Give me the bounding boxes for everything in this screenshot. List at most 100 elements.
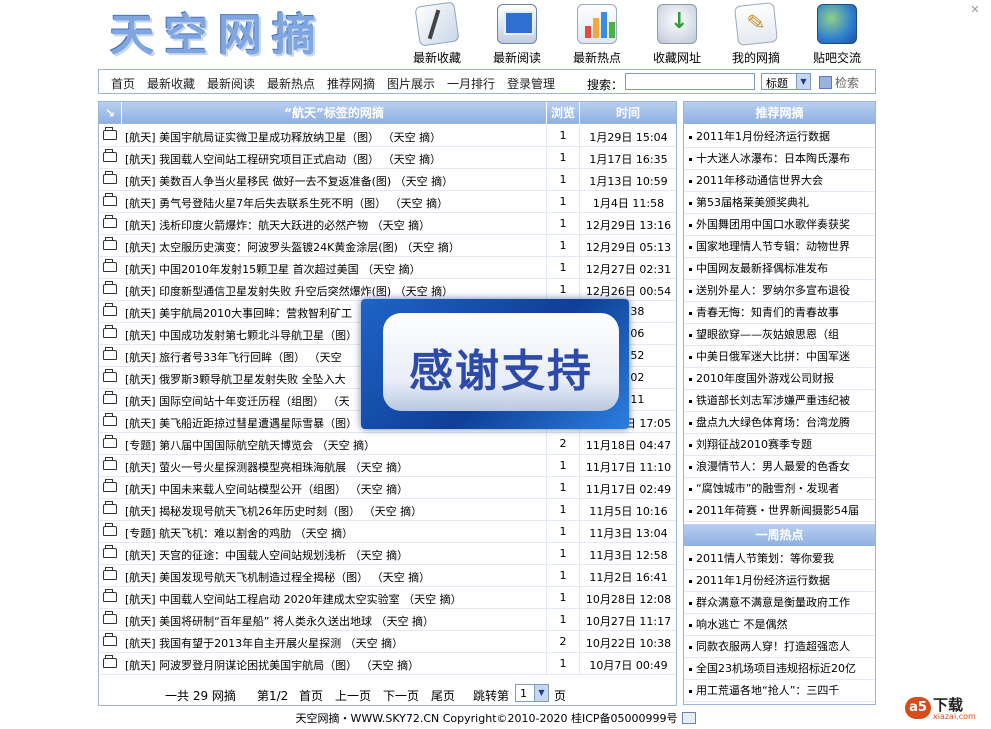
- nav-latest-read[interactable]: 最新阅读: [482, 4, 552, 68]
- list-item-label[interactable]: 全国23机场项目违规招标近20亿: [696, 662, 856, 675]
- table-row[interactable]: [航天] 中国未来载人空间站模型公开（组图） （天空 摘） 1 11月17日 02:…: [99, 477, 676, 499]
- row-author[interactable]: （天空 摘）: [375, 615, 434, 628]
- table-row[interactable]: [航天] 美国将研制“百年星船” 将人类永久送出地球 （天空 摘） 1 10月27日…: [99, 609, 676, 631]
- row-author[interactable]: （天: [328, 395, 350, 408]
- row-title-text[interactable]: [航天] 我国载人空间站工程研究项目正式启动（图）: [125, 153, 379, 166]
- search-field-select[interactable]: 标题 ▼: [761, 73, 811, 90]
- row-title[interactable]: [航天] 美国发现号航天飞机制造过程全揭秘（图） （天空 摘）: [125, 569, 555, 585]
- table-row[interactable]: [航天] 中国载人空间站工程启动 2020年建成太空实验室 （天空 摘） 1 10月…: [99, 587, 676, 609]
- row-title[interactable]: [航天] 揭秘发现号航天飞机26年历史时刻（图） （天空 摘）: [125, 503, 555, 519]
- close-icon[interactable]: ✕: [969, 4, 981, 16]
- row-title-text[interactable]: [航天] 勇气号登陆火星7年后失去联系生死不明（图）: [125, 197, 386, 210]
- row-title-text[interactable]: [航天] 美国发现号航天飞机制造过程全揭秘（图）: [125, 571, 368, 584]
- row-author[interactable]: （天空 摘）: [350, 549, 409, 562]
- list-item[interactable]: 第53届格莱美颁奖典礼: [684, 192, 875, 214]
- table-row[interactable]: [航天] 中国2010年发射15颗卫星 首次超过美国 （天空 摘） 1 12月27日…: [99, 257, 676, 279]
- row-title-text[interactable]: [航天] 萤火一号火星探测器模型亮相珠海航展: [125, 461, 346, 474]
- menu-login[interactable]: 登录管理: [507, 75, 555, 92]
- list-item[interactable]: 2011情人节策划：等你爱我: [684, 548, 875, 570]
- list-item[interactable]: 响水逃亡 不是偶然: [684, 614, 875, 636]
- list-item-label[interactable]: 2011年1月份经济运行数据: [696, 130, 830, 143]
- row-author[interactable]: （天空 摘）: [362, 263, 421, 276]
- row-title[interactable]: [航天] 我国有望于2013年自主开展火星探测 （天空 摘）: [125, 635, 555, 651]
- nav-my-bookmarks[interactable]: 我的网摘: [721, 2, 791, 68]
- list-item[interactable]: 浪漫情节人：男人最爱的色香女: [684, 456, 875, 478]
- table-row[interactable]: [专题] 第八届中国国际航空航天博览会 （天空 摘） 2 11月18日 04:47: [99, 433, 676, 455]
- table-row[interactable]: [航天] 我国载人空间站工程研究项目正式启动（图） （天空 摘） 1 1月17日 1…: [99, 147, 676, 169]
- search-input[interactable]: [625, 73, 755, 90]
- list-item-label[interactable]: 群众满意不满意是衡量政府工作: [696, 596, 850, 609]
- row-title-text[interactable]: [航天] 中国载人空间站工程启动 2020年建成太空实验室: [125, 593, 400, 606]
- row-title[interactable]: [航天] 中国载人空间站工程启动 2020年建成太空实验室 （天空 摘）: [125, 591, 555, 607]
- table-row[interactable]: [航天] 印度新型通信卫星发射失败 升空后突然爆炸(图) （天空 摘） 1 12月2…: [99, 279, 676, 301]
- row-author[interactable]: （天空 摘）: [361, 659, 420, 672]
- pager-first[interactable]: 首页: [299, 687, 323, 704]
- row-title-text[interactable]: [航天] 中国2010年发射15颗卫星 首次超过美国: [125, 263, 359, 276]
- list-item[interactable]: 2011年1月份经济运行数据: [684, 570, 875, 592]
- list-item-label[interactable]: 中美日俄军迷大比拼：中国军迷: [696, 350, 850, 363]
- menu-latest-collect[interactable]: 最新收藏: [147, 75, 195, 92]
- list-item[interactable]: 国家地理情人节专辑：动物世界: [684, 236, 875, 258]
- nav-collect-url[interactable]: 收藏网址: [642, 4, 712, 68]
- row-title[interactable]: [航天] 阿波罗登月阴谋论困扰美国宇航局（图） （天空 摘）: [125, 657, 555, 673]
- menu-latest-read[interactable]: 最新阅读: [207, 75, 255, 92]
- table-row[interactable]: [航天] 太空服历史演变：阿波罗头盔镀24K黄金涂层(图) （天空 摘） 1 12月…: [99, 235, 676, 257]
- list-item[interactable]: 2011年荷赛・世界新闻摄影54届: [684, 500, 875, 522]
- row-title[interactable]: [专题] 第八届中国国际航空航天博览会 （天空 摘）: [125, 437, 555, 453]
- table-row[interactable]: [航天] 美国发现号航天飞机制造过程全揭秘（图） （天空 摘） 1 11月2日 16…: [99, 565, 676, 587]
- row-title-text[interactable]: [专题] 第八届中国国际航空航天博览会: [125, 439, 313, 452]
- pager-last[interactable]: 尾页: [431, 687, 455, 704]
- list-item[interactable]: 全国23机场项目违规招标近20亿: [684, 658, 875, 680]
- list-item-label[interactable]: 2010年度国外游戏公司财报: [696, 372, 834, 385]
- row-title-text[interactable]: [航天] 我国有望于2013年自主开展火星探测: [125, 637, 341, 650]
- list-item-label[interactable]: “腐蚀城市”的融雪剂・发现者: [696, 482, 839, 495]
- row-title[interactable]: [航天] 美数百人争当火星移民 做好一去不复返准备(图) （天空 摘）: [125, 173, 555, 189]
- row-title[interactable]: [航天] 中国未来载人空间站模型公开（组图） （天空 摘）: [125, 481, 555, 497]
- row-author[interactable]: （天空 摘）: [395, 285, 454, 298]
- menu-latest-hot[interactable]: 最新热点: [267, 75, 315, 92]
- list-item[interactable]: 2011年移动通信世界大会: [684, 170, 875, 192]
- table-row[interactable]: [航天] 阿波罗登月阴谋论困扰美国宇航局（图） （天空 摘） 1 10月7日 00:…: [99, 653, 676, 675]
- table-row[interactable]: [航天] 揭秘发现号航天飞机26年历史时刻（图） （天空 摘） 1 11月5日 10…: [99, 499, 676, 521]
- table-row[interactable]: [航天] 美国宇航局证实微卫星成功释放纳卫星（图） （天空 摘） 1 1月29日 1…: [99, 125, 676, 147]
- list-item[interactable]: 同款衣服两人穿！打造超强恋人: [684, 636, 875, 658]
- row-author[interactable]: （天空 摘）: [372, 219, 431, 232]
- row-title-text[interactable]: [航天] 中国未来载人空间站模型公开（组图）: [125, 483, 346, 496]
- pager-prev[interactable]: 上一页: [335, 687, 371, 704]
- list-item[interactable]: 青春无悔：知青们的青春故事: [684, 302, 875, 324]
- row-title[interactable]: [航天] 美国宇航局证实微卫星成功释放纳卫星（图） （天空 摘）: [125, 129, 555, 145]
- row-title[interactable]: [航天] 浅析印度火箭爆炸：航天大跃进的必然产物 （天空 摘）: [125, 217, 555, 233]
- list-item[interactable]: “腐蚀城市”的融雪剂・发现者: [684, 478, 875, 500]
- row-title-text[interactable]: [专题] 航天飞机：难以割舍的鸡肋: [125, 527, 291, 540]
- row-title-text[interactable]: [航天] 美数百人争当火星移民 做好一去不复返准备(图): [125, 175, 391, 188]
- row-title-text[interactable]: [航天] 揭秘发现号航天飞机26年历史时刻（图）: [125, 505, 360, 518]
- row-author[interactable]: （天空 摘）: [401, 241, 460, 254]
- table-row[interactable]: [航天] 我国有望于2013年自主开展火星探测 （天空 摘） 2 10月22日 10…: [99, 631, 676, 653]
- row-author[interactable]: （天空 摘）: [350, 461, 409, 474]
- list-item[interactable]: 铁道部长刘志军涉嫌严重违纪被: [684, 390, 875, 412]
- row-title-text[interactable]: [航天] 国际空间站十年变迁历程（组图）: [125, 395, 324, 408]
- row-title-text[interactable]: [航天] 印度新型通信卫星发射失败 升空后突然爆炸(图): [125, 285, 391, 298]
- list-item-label[interactable]: 十大迷人冰瀑布：日本陶氏瀑布: [696, 152, 850, 165]
- row-title-text[interactable]: [航天] 美宇航局2010大事回眸：营救智利矿工: [125, 307, 352, 320]
- row-title[interactable]: [航天] 印度新型通信卫星发射失败 升空后突然爆炸(图) （天空 摘）: [125, 283, 555, 299]
- list-item-label[interactable]: 2011年1月份经济运行数据: [696, 574, 830, 587]
- row-author[interactable]: （天空: [309, 351, 342, 364]
- table-row[interactable]: [航天] 浅析印度火箭爆炸：航天大跃进的必然产物 （天空 摘） 1 12月29日 1…: [99, 213, 676, 235]
- list-item-label[interactable]: 国家地理情人节专辑：动物世界: [696, 240, 850, 253]
- row-title-text[interactable]: [航天] 美国宇航局证实微卫星成功释放纳卫星（图）: [125, 131, 379, 144]
- list-item-label[interactable]: 送别外星人：罗纳尔多宣布退役: [696, 284, 850, 297]
- list-item-label[interactable]: 2011情人节策划：等你爱我: [696, 552, 834, 565]
- pager-next[interactable]: 下一页: [383, 687, 419, 704]
- menu-home[interactable]: 首页: [111, 75, 135, 92]
- row-author[interactable]: （天空 摘）: [345, 637, 404, 650]
- row-title-text[interactable]: [航天] 美国将研制“百年星船” 将人类永久送出地球: [125, 615, 372, 628]
- row-title[interactable]: [航天] 萤火一号火星探测器模型亮相珠海航展 （天空 摘）: [125, 459, 555, 475]
- list-item-label[interactable]: 响水逃亡 不是偶然: [696, 618, 788, 631]
- list-item[interactable]: 中国网友最新择偶标准发布: [684, 258, 875, 280]
- list-item[interactable]: 望眼欲穿——灰姑娘思恩（组: [684, 324, 875, 346]
- nav-latest-collect[interactable]: 最新收藏: [402, 1, 472, 68]
- list-item[interactable]: 盘点九大绿色体育场：台湾龙腾: [684, 412, 875, 434]
- site-logo[interactable]: 天空网摘: [110, 6, 340, 66]
- nav-forum[interactable]: 贴吧交流: [802, 4, 872, 68]
